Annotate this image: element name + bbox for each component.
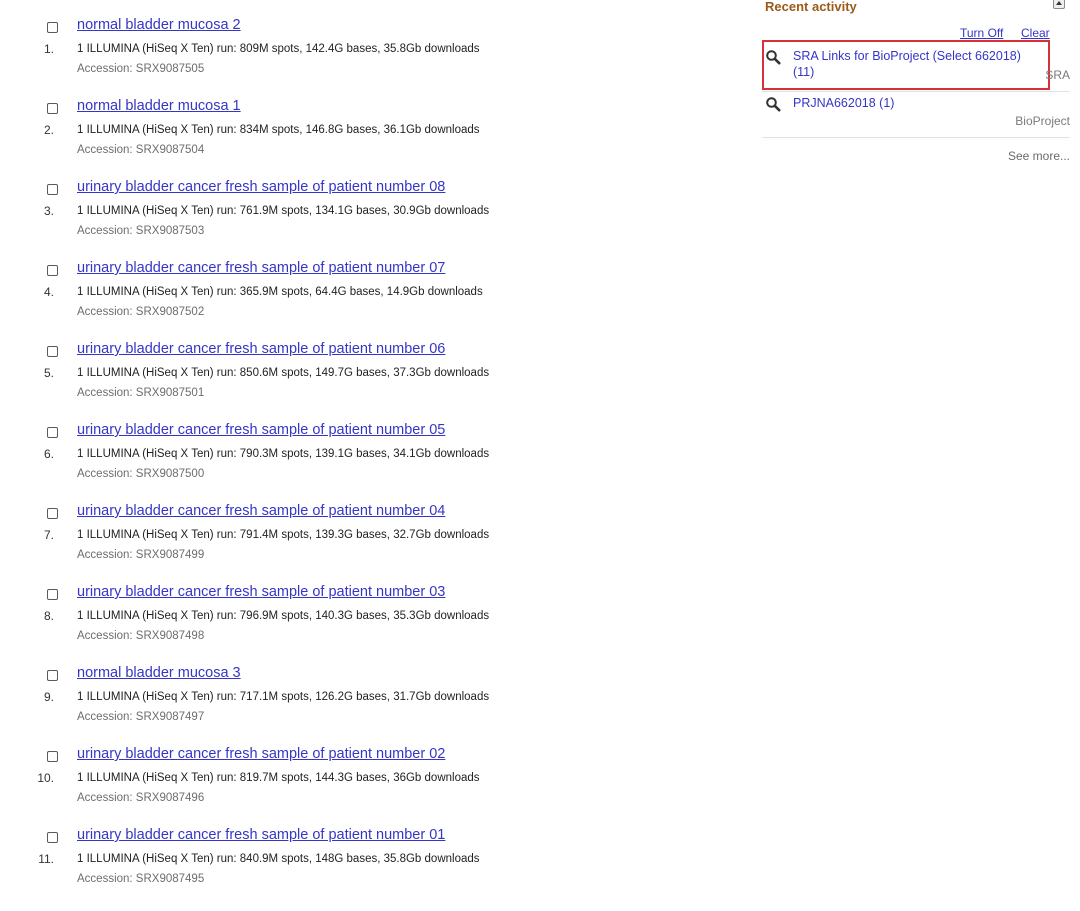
result-number: 11. [38,852,54,866]
see-more-link[interactable]: See more... [1008,149,1070,163]
result-description: 1 ILLUMINA (HiSeq X Ten) run: 850.6M spo… [77,367,490,379]
result-accession: Accession: SRX9087505 [77,63,205,75]
result-number: 10. [37,771,54,785]
result-title-link[interactable]: normal bladder mucosa 1 [77,98,241,114]
result-item: urinary bladder cancer fresh sample of p… [0,260,740,344]
result-accession: Accession: SRX9087504 [77,144,205,156]
result-description: 1 ILLUMINA (HiSeq X Ten) run: 791.4M spo… [77,529,490,541]
result-title-link[interactable]: urinary bladder cancer fresh sample of p… [77,503,445,519]
result-number: 6. [43,447,54,461]
result-description: 1 ILLUMINA (HiSeq X Ten) run: 790.3M spo… [77,448,490,460]
result-description: 1 ILLUMINA (HiSeq X Ten) run: 365.9M spo… [77,286,483,298]
result-title-link[interactable]: urinary bladder cancer fresh sample of p… [77,422,445,438]
collapse-up-icon[interactable] [1053,0,1065,9]
result-number: 7. [43,528,54,542]
result-accession: Accession: SRX9087499 [77,549,205,561]
select-checkbox[interactable] [47,508,58,519]
divider [762,137,1070,138]
recent-item-db: SRA [1045,68,1070,82]
recent-activity-title: Recent activity [765,0,857,14]
result-item: urinary bladder cancer fresh sample of p… [0,179,740,263]
select-checkbox[interactable] [47,103,58,114]
select-checkbox[interactable] [47,184,58,195]
recent-activity-panel: Recent activity Turn Off Clear SRA Links… [762,0,1080,170]
result-accession: Accession: SRX9087498 [77,630,205,642]
select-checkbox[interactable] [47,346,58,357]
result-item: urinary bladder cancer fresh sample of p… [0,584,740,668]
result-item: urinary bladder cancer fresh sample of p… [0,746,740,830]
select-checkbox[interactable] [47,22,58,33]
result-item: urinary bladder cancer fresh sample of p… [0,827,740,911]
select-checkbox[interactable] [47,265,58,276]
recent-item-db: BioProject [1015,114,1070,128]
select-checkbox[interactable] [47,832,58,843]
result-description: 1 ILLUMINA (HiSeq X Ten) run: 717.1M spo… [77,691,490,703]
result-title-link[interactable]: urinary bladder cancer fresh sample of p… [77,260,445,276]
select-checkbox[interactable] [47,670,58,681]
magnifier-icon [766,50,781,65]
result-accession: Accession: SRX9087497 [77,711,205,723]
result-title-link[interactable]: urinary bladder cancer fresh sample of p… [77,341,445,357]
recent-item-label[interactable]: PRJNA662018 (1) [793,96,894,110]
result-title-link[interactable]: urinary bladder cancer fresh sample of p… [77,179,445,195]
result-title-link[interactable]: normal bladder mucosa 2 [77,17,241,33]
clear-link[interactable]: Clear [1021,26,1050,40]
magnifier-icon [766,97,781,112]
result-description: 1 ILLUMINA (HiSeq X Ten) run: 819.7M spo… [77,772,480,784]
select-checkbox[interactable] [47,427,58,438]
turn-off-link[interactable]: Turn Off [960,26,1003,40]
select-checkbox[interactable] [47,589,58,600]
divider [762,91,1070,92]
result-accession: Accession: SRX9087500 [77,468,205,480]
result-item: urinary bladder cancer fresh sample of p… [0,422,740,506]
result-description: 1 ILLUMINA (HiSeq X Ten) run: 840.9M spo… [77,853,480,865]
result-number: 9. [43,690,54,704]
result-item: urinary bladder cancer fresh sample of p… [0,503,740,587]
result-item: normal bladder mucosa 2 1. 1 ILLUMINA (HiS… [0,17,740,101]
result-title-link[interactable]: urinary bladder cancer fresh sample of p… [77,584,445,600]
select-checkbox[interactable] [47,751,58,762]
result-number: 3. [43,204,54,218]
recent-item-prjna[interactable]: PRJNA662018 (1) BioProject [762,94,1070,134]
result-title-link[interactable]: urinary bladder cancer fresh sample of p… [77,746,445,762]
result-item: normal bladder mucosa 1 2. 1 ILLUMINA (HiS… [0,98,740,182]
recent-item-count[interactable]: (11) [793,65,814,79]
result-accession: Accession: SRX9087495 [77,873,205,885]
result-item: normal bladder mucosa 3 9. 1 ILLUMINA (HiS… [0,665,740,749]
result-accession: Accession: SRX9087501 [77,387,205,399]
result-accession: Accession: SRX9087503 [77,225,205,237]
result-title-link[interactable]: normal bladder mucosa 3 [77,665,241,681]
recent-item-label[interactable]: SRA Links for BioProject (Select 662018) [793,49,1021,63]
result-item: urinary bladder cancer fresh sample of p… [0,341,740,425]
result-description: 1 ILLUMINA (HiSeq X Ten) run: 834M spots… [77,124,480,136]
result-number: 8. [43,609,54,623]
result-accession: Accession: SRX9087496 [77,792,205,804]
result-description: 1 ILLUMINA (HiSeq X Ten) run: 761.9M spo… [77,205,490,217]
result-description: 1 ILLUMINA (HiSeq X Ten) run: 796.9M spo… [77,610,490,622]
result-number: 1. [43,42,54,56]
result-number: 5. [43,366,54,380]
result-accession: Accession: SRX9087502 [77,306,205,318]
result-number: 2. [43,123,54,137]
result-number: 4. [43,285,54,299]
recent-item-sra-links[interactable]: SRA Links for BioProject (Select 662018)… [762,47,1070,91]
result-description: 1 ILLUMINA (HiSeq X Ten) run: 809M spots… [77,43,480,55]
result-title-link[interactable]: urinary bladder cancer fresh sample of p… [77,827,445,843]
